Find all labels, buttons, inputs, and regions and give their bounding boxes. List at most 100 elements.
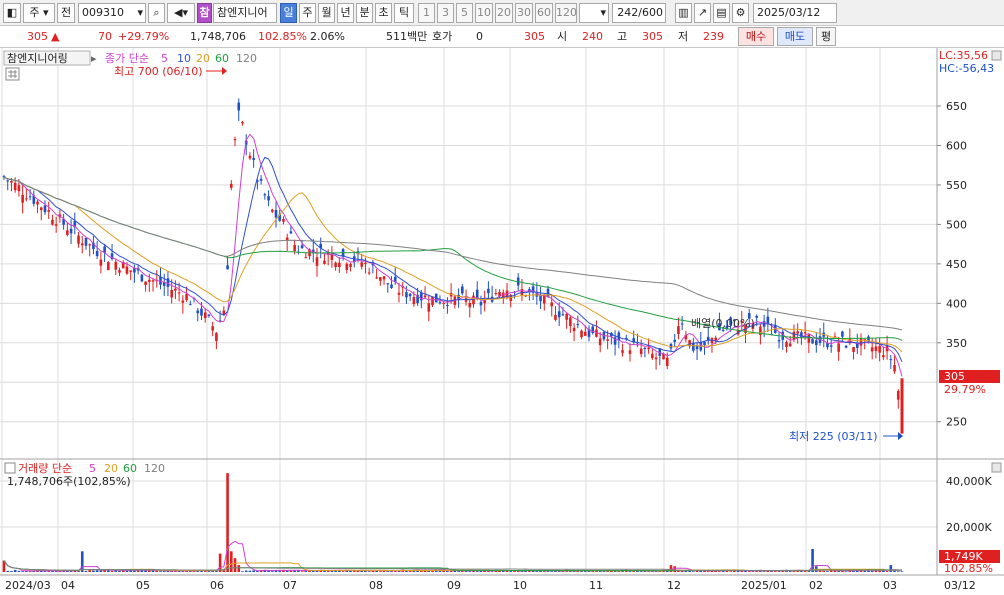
candle-body [665,357,669,366]
count-60-button[interactable]: 60 [535,3,553,23]
hoga-price: 305 [524,30,545,43]
volume-bar [270,571,274,572]
volume-bar [162,571,166,572]
speaker-icon[interactable]: ◀▾ [167,3,195,23]
candle-body [174,288,177,291]
quote-bar: 305 ▲ 70 +29.79% 1,748,706 102.85% 2.06%… [0,26,1004,48]
count-5-button[interactable]: 5 [456,3,473,23]
candle-body [39,207,43,211]
count-custom-select[interactable]: ▾ [579,3,609,23]
candle-body [140,274,144,282]
price-tick-label: 350 [946,337,967,350]
candle-body [423,295,427,298]
candle-body [785,342,788,347]
candle-body [379,277,382,281]
count-3-button[interactable]: 3 [437,3,454,23]
market-type-select[interactable]: 주 ▾ [23,3,55,23]
candle-body [13,182,17,191]
vol-ma60-legend: 60 [123,462,137,475]
volume-bar [222,570,226,572]
volume-bar [229,551,233,572]
layout-icon[interactable]: ◧ [3,3,21,23]
candle-body [427,303,431,312]
period-year-tab[interactable]: 년 [337,3,354,23]
price-chart[interactable]: 참엔지니어링 ▸ 종가 단순 5 10 20 60 120 최고 700 (06… [0,48,1004,595]
toolbar: ◧ 주 ▾ 전 009310 ▾ ⌕ ◀▾ 참 참엔지니어 일 주 월 년 분 초… [0,0,1004,26]
ma-annotation-label: 배열(0,00%) [691,317,755,330]
volume-bar [133,570,136,572]
volume-settings-icon[interactable] [4,462,16,474]
candle-body [479,301,483,306]
volume-bar [762,571,766,572]
volume-legend-label: 거래량 단순 [18,462,72,475]
low-price: 239 [703,30,724,43]
range-field[interactable]: 242/600 [612,3,666,23]
stock-code-input[interactable]: 009310 ▾ [78,3,146,23]
count-20-button[interactable]: 20 [495,3,513,23]
price-tick-label: 600 [946,139,967,152]
candle-body [323,260,326,264]
volume-bar [870,570,874,572]
candle-body [177,292,181,294]
current-volume-pct: 102.85% [944,562,993,575]
count-1-button[interactable]: 1 [418,3,435,23]
candle-body [43,205,47,213]
chevron-right-icon[interactable]: ▸ [91,52,97,65]
candle-body [6,180,10,182]
volume-bar [386,571,390,572]
stock-name-field[interactable]: 참엔지니어 [213,3,277,23]
period-minute-tab[interactable]: 분 [356,3,373,23]
candle-body [859,338,863,346]
candle-body [461,286,464,294]
buy-button[interactable]: 매수 [738,27,774,46]
eval-button[interactable]: 평 [816,27,836,46]
panel-collapse-icon[interactable] [991,462,1002,473]
count-10-button[interactable]: 10 [475,3,493,23]
volume-bar [718,571,721,572]
save-icon[interactable]: ▤ [713,3,730,23]
up-arrow-icon: ▲ [51,30,60,43]
candle-body [755,315,758,318]
candle-body [270,209,274,212]
chevron-down-icon[interactable]: ▾ [137,4,143,22]
candle-body [151,280,155,282]
period-second-tab[interactable]: 초 [375,3,392,23]
month-label: 08 [369,579,383,592]
candle-body [572,327,576,332]
hoga-label: 호가 [432,30,453,43]
candle-type-icon[interactable]: ▥ [675,3,692,23]
candle-body [606,339,609,341]
grid-toggle-icon[interactable] [5,67,20,81]
candle-body [580,330,583,338]
candle-body [207,314,211,316]
drawing-tool-icon[interactable]: ↗ [694,3,711,23]
search-icon[interactable]: ⌕ [148,3,165,23]
period-week-tab[interactable]: 주 [299,3,316,23]
sell-button[interactable]: 매도 [777,27,813,46]
date-field[interactable]: 2025/03/12 [753,3,837,23]
ma10-legend: 10 [177,52,191,65]
volume-bar [747,571,751,572]
candle-body [647,347,650,350]
period-tick-tab[interactable]: 틱 [394,3,414,23]
candle-body [487,288,490,294]
month-label: 07 [283,579,297,592]
volume-bar [110,570,114,572]
high-label: 고 [617,30,628,43]
count-120-button[interactable]: 120 [555,3,577,23]
count-30-button[interactable]: 30 [515,3,533,23]
panel-expand-icon[interactable] [991,50,1002,61]
candle-body [703,342,706,346]
period-month-tab[interactable]: 월 [318,3,335,23]
trade-amount: 511백만 [386,30,428,43]
candle-body [673,339,677,342]
chevron-down-icon[interactable]: ▾ [600,4,606,22]
gear-icon[interactable]: ⚙ [732,3,749,23]
candle-body [576,324,580,326]
jeon-button[interactable]: 전 [57,3,75,23]
candle-body [841,331,844,337]
candle-body [215,332,218,342]
candle-body [807,334,811,343]
volume-bar [13,569,17,572]
period-day-tab[interactable]: 일 [280,3,297,23]
